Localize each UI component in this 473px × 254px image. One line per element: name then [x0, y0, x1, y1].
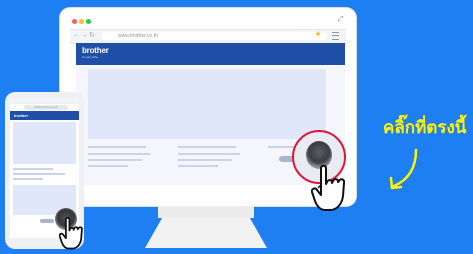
expand-icon[interactable]: ⤢: [338, 16, 344, 23]
content-column-2: [178, 146, 243, 176]
content-column-1: [88, 146, 153, 176]
callout-label: คลิ๊กที่ตรงนี้: [383, 118, 467, 137]
phone-status-bar: [10, 98, 79, 104]
window-minimize-dot[interactable]: [79, 19, 84, 24]
text-line: [178, 146, 236, 148]
brand-tagline: at your side: [82, 55, 98, 59]
curved-arrow-icon: [389, 148, 418, 190]
window-maximize-dot[interactable]: [86, 19, 91, 24]
text-line: [13, 173, 65, 175]
browser-titlebar: [70, 14, 346, 28]
text-line: [178, 159, 232, 161]
brand-logo[interactable]: brother: [82, 46, 109, 55]
phone-url-field[interactable]: www.brother.co.th: [24, 105, 68, 110]
url-text: www.brother.co.th: [118, 33, 158, 39]
text-line: [88, 159, 142, 161]
text-line: [88, 146, 146, 148]
text-line: [178, 153, 240, 155]
phone-site-header: brother: [10, 111, 79, 120]
text-line: [88, 153, 150, 155]
phone-chat-button[interactable]: [40, 219, 54, 223]
phone-text-block: [13, 168, 76, 182]
hero-banner: [88, 69, 326, 139]
window-close-dot[interactable]: [72, 19, 77, 24]
text-line: [13, 178, 43, 180]
monitor-neck: [158, 206, 254, 218]
hand-pointer-icon: [59, 217, 83, 250]
text-line: [88, 165, 128, 167]
url-field[interactable]: www.brother.co.th: [101, 32, 327, 40]
text-line: [178, 165, 218, 167]
phone-hero-banner: [13, 122, 76, 164]
reload-icon[interactable]: ↻: [89, 32, 95, 40]
back-arrow-icon[interactable]: ←: [73, 32, 80, 40]
star-icon[interactable]: ★: [315, 30, 321, 39]
menu-icon[interactable]: [332, 32, 339, 40]
monitor-stand: [145, 218, 267, 248]
forward-arrow-icon[interactable]: →: [81, 32, 88, 40]
site-header: brother at your side: [76, 43, 345, 65]
hand-pointer-icon: [311, 164, 346, 211]
text-line: [13, 168, 53, 170]
